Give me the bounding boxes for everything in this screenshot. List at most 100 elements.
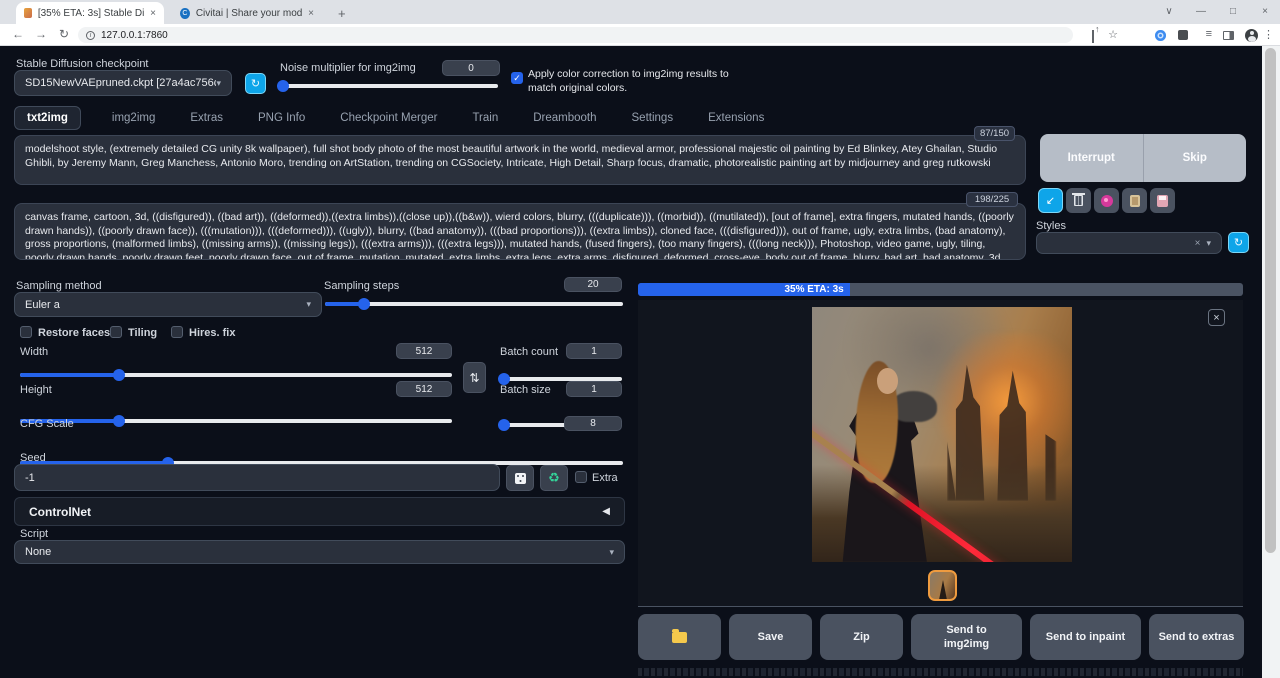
negative-prompt-textarea[interactable]: canvas frame, cartoon, 3d, ((disfigured)… (14, 203, 1026, 260)
open-folder-button[interactable] (638, 614, 721, 660)
sampling-method-value: Euler a (25, 299, 60, 311)
seed-input[interactable]: -1 (14, 464, 500, 491)
scrollbar-thumb[interactable] (1265, 48, 1276, 553)
tab-img2img[interactable]: img2img (108, 107, 159, 129)
tab-checkpoint-merger[interactable]: Checkpoint Merger (336, 107, 441, 129)
batch-count-value[interactable]: 1 (566, 343, 622, 359)
clear-styles-icon[interactable]: × (1195, 238, 1201, 249)
prompt-tool-row: ↙ (1038, 188, 1175, 213)
tab-extras[interactable]: Extras (186, 107, 227, 129)
script-dropdown[interactable]: None ▾ (14, 540, 625, 564)
browser-tab-title: Civitai | Share your models (196, 8, 302, 19)
folder-icon (672, 632, 687, 643)
profile-avatar[interactable] (1245, 29, 1258, 42)
window-close-button[interactable]: × (1250, 0, 1280, 22)
clear-prompt-button[interactable] (1066, 188, 1091, 213)
refresh-styles-button[interactable]: ↻ (1228, 232, 1249, 253)
prompt-textarea[interactable]: modelshoot style, (extremely detailed CG… (14, 135, 1026, 185)
extra-seed-checkbox[interactable] (575, 471, 587, 483)
width-value[interactable]: 512 (396, 343, 452, 359)
extra-networks-button[interactable] (1094, 188, 1119, 213)
sampling-steps-label: Sampling steps (324, 280, 399, 292)
paste-generation-params-button[interactable]: ↙ (1038, 188, 1063, 213)
palette-icon (1101, 195, 1113, 207)
batch-size-label: Batch size (500, 384, 551, 396)
controlnet-accordion[interactable]: ControlNet ◀ (14, 497, 625, 526)
gallery-thumbnail[interactable] (928, 570, 957, 601)
sampling-steps-slider[interactable] (325, 302, 623, 306)
tab-close-icon[interactable]: × (150, 8, 156, 19)
swap-dimensions-button[interactable]: ⇅ (463, 362, 486, 393)
random-seed-button[interactable] (506, 465, 534, 491)
side-panel-icon[interactable] (1223, 31, 1234, 40)
bookmark-star-icon[interactable]: ☆ (1108, 28, 1118, 41)
skip-button[interactable]: Skip (1144, 134, 1247, 182)
tab-dreambooth[interactable]: Dreambooth (529, 107, 600, 129)
tab-extensions[interactable]: Extensions (704, 107, 768, 129)
forward-icon[interactable]: → (33, 27, 49, 41)
reading-list-icon[interactable]: ≡ (1206, 28, 1212, 40)
save-button[interactable]: Save (729, 614, 812, 660)
send-to-inpaint-button[interactable]: Send to inpaint (1030, 614, 1141, 660)
site-info-icon[interactable]: i (86, 31, 95, 40)
browser-tab-civitai[interactable]: C Civitai | Share your models × (172, 2, 322, 24)
close-preview-button[interactable]: × (1208, 309, 1225, 326)
color-correction-checkbox[interactable]: ✓ (511, 72, 523, 84)
browser-menu-icon[interactable]: ⋮ (1263, 28, 1274, 41)
interrupt-button[interactable]: Interrupt (1040, 134, 1144, 182)
checkpoint-label: Stable Diffusion checkpoint (16, 58, 149, 70)
apply-styles-button[interactable] (1122, 188, 1147, 213)
height-label: Height (20, 384, 52, 396)
back-icon[interactable]: ← (10, 27, 26, 41)
hires-fix-checkbox[interactable] (171, 326, 183, 338)
sampling-method-dropdown[interactable]: Euler a ▾ (14, 292, 322, 317)
height-slider[interactable] (20, 419, 452, 423)
zip-button[interactable]: Zip (820, 614, 903, 660)
height-value[interactable]: 512 (396, 381, 452, 397)
tab-train[interactable]: Train (468, 107, 502, 129)
stable-diffusion-favicon (24, 8, 32, 18)
window-minimize-button[interactable]: — (1186, 0, 1216, 22)
browser-tab-stable-diffusion[interactable]: [35% ETA: 3s] Stable Diffusion × (16, 2, 164, 24)
sampling-steps-value[interactable]: 20 (564, 277, 622, 292)
recycle-icon: ♻ (548, 470, 560, 486)
batch-count-label: Batch count (500, 346, 558, 358)
tab-png-info[interactable]: PNG Info (254, 107, 309, 129)
thumbnail-figure (938, 580, 948, 600)
window-maximize-button[interactable]: □ (1218, 0, 1248, 22)
noise-multiplier-slider[interactable] (281, 84, 498, 88)
batch-size-value[interactable]: 1 (566, 381, 622, 397)
controlnet-label: ControlNet (29, 505, 91, 519)
cfg-scale-value[interactable]: 8 (564, 416, 622, 431)
reuse-seed-button[interactable]: ♻ (540, 465, 568, 491)
send-to-img2img-button[interactable]: Send to img2img (911, 614, 1022, 660)
tab-txt2img[interactable]: txt2img (14, 106, 81, 130)
restore-faces-checkbox[interactable] (20, 326, 32, 338)
save-style-button[interactable] (1150, 188, 1175, 213)
refresh-checkpoints-button[interactable]: ↻ (245, 73, 266, 94)
new-tab-button[interactable]: + (330, 2, 354, 24)
checkpoint-dropdown[interactable]: SD15NewVAEpruned.ckpt [27a4ac756c] ▾ (14, 70, 232, 96)
generation-info-strip (638, 668, 1243, 676)
tab-search-chevron-icon[interactable]: ∨ (1154, 0, 1184, 22)
width-slider[interactable] (20, 373, 452, 377)
tiling-checkbox[interactable] (110, 326, 122, 338)
check-icon: ✓ (513, 73, 521, 84)
tab-settings[interactable]: Settings (628, 107, 678, 129)
extensions-puzzle-icon[interactable] (1178, 30, 1188, 40)
noise-multiplier-value[interactable]: 0 (442, 60, 500, 76)
styles-dropdown[interactable]: × ▾ (1036, 232, 1222, 254)
reload-icon[interactable]: ↻ (56, 27, 72, 41)
share-icon[interactable] (1092, 30, 1094, 42)
generated-image[interactable] (812, 307, 1072, 562)
hires-fix-label: Hires. fix (189, 327, 235, 339)
scrollbar-track[interactable] (1262, 46, 1280, 678)
send-to-extras-button[interactable]: Send to extras (1149, 614, 1244, 660)
styles-label: Styles (1036, 220, 1066, 232)
screen: [35% ETA: 3s] Stable Diffusion × C Civit… (0, 0, 1280, 678)
result-actions-row: Save Zip Send to img2img Send to inpaint… (638, 614, 1244, 660)
browser-toolbar: ← → ↻ i 127.0.0.1:7860 ☆ ≡ ⋮ (0, 24, 1280, 46)
extension-blue-icon[interactable] (1155, 30, 1166, 41)
address-bar[interactable]: i 127.0.0.1:7860 (78, 27, 1073, 43)
tab-close-icon[interactable]: × (308, 8, 314, 19)
